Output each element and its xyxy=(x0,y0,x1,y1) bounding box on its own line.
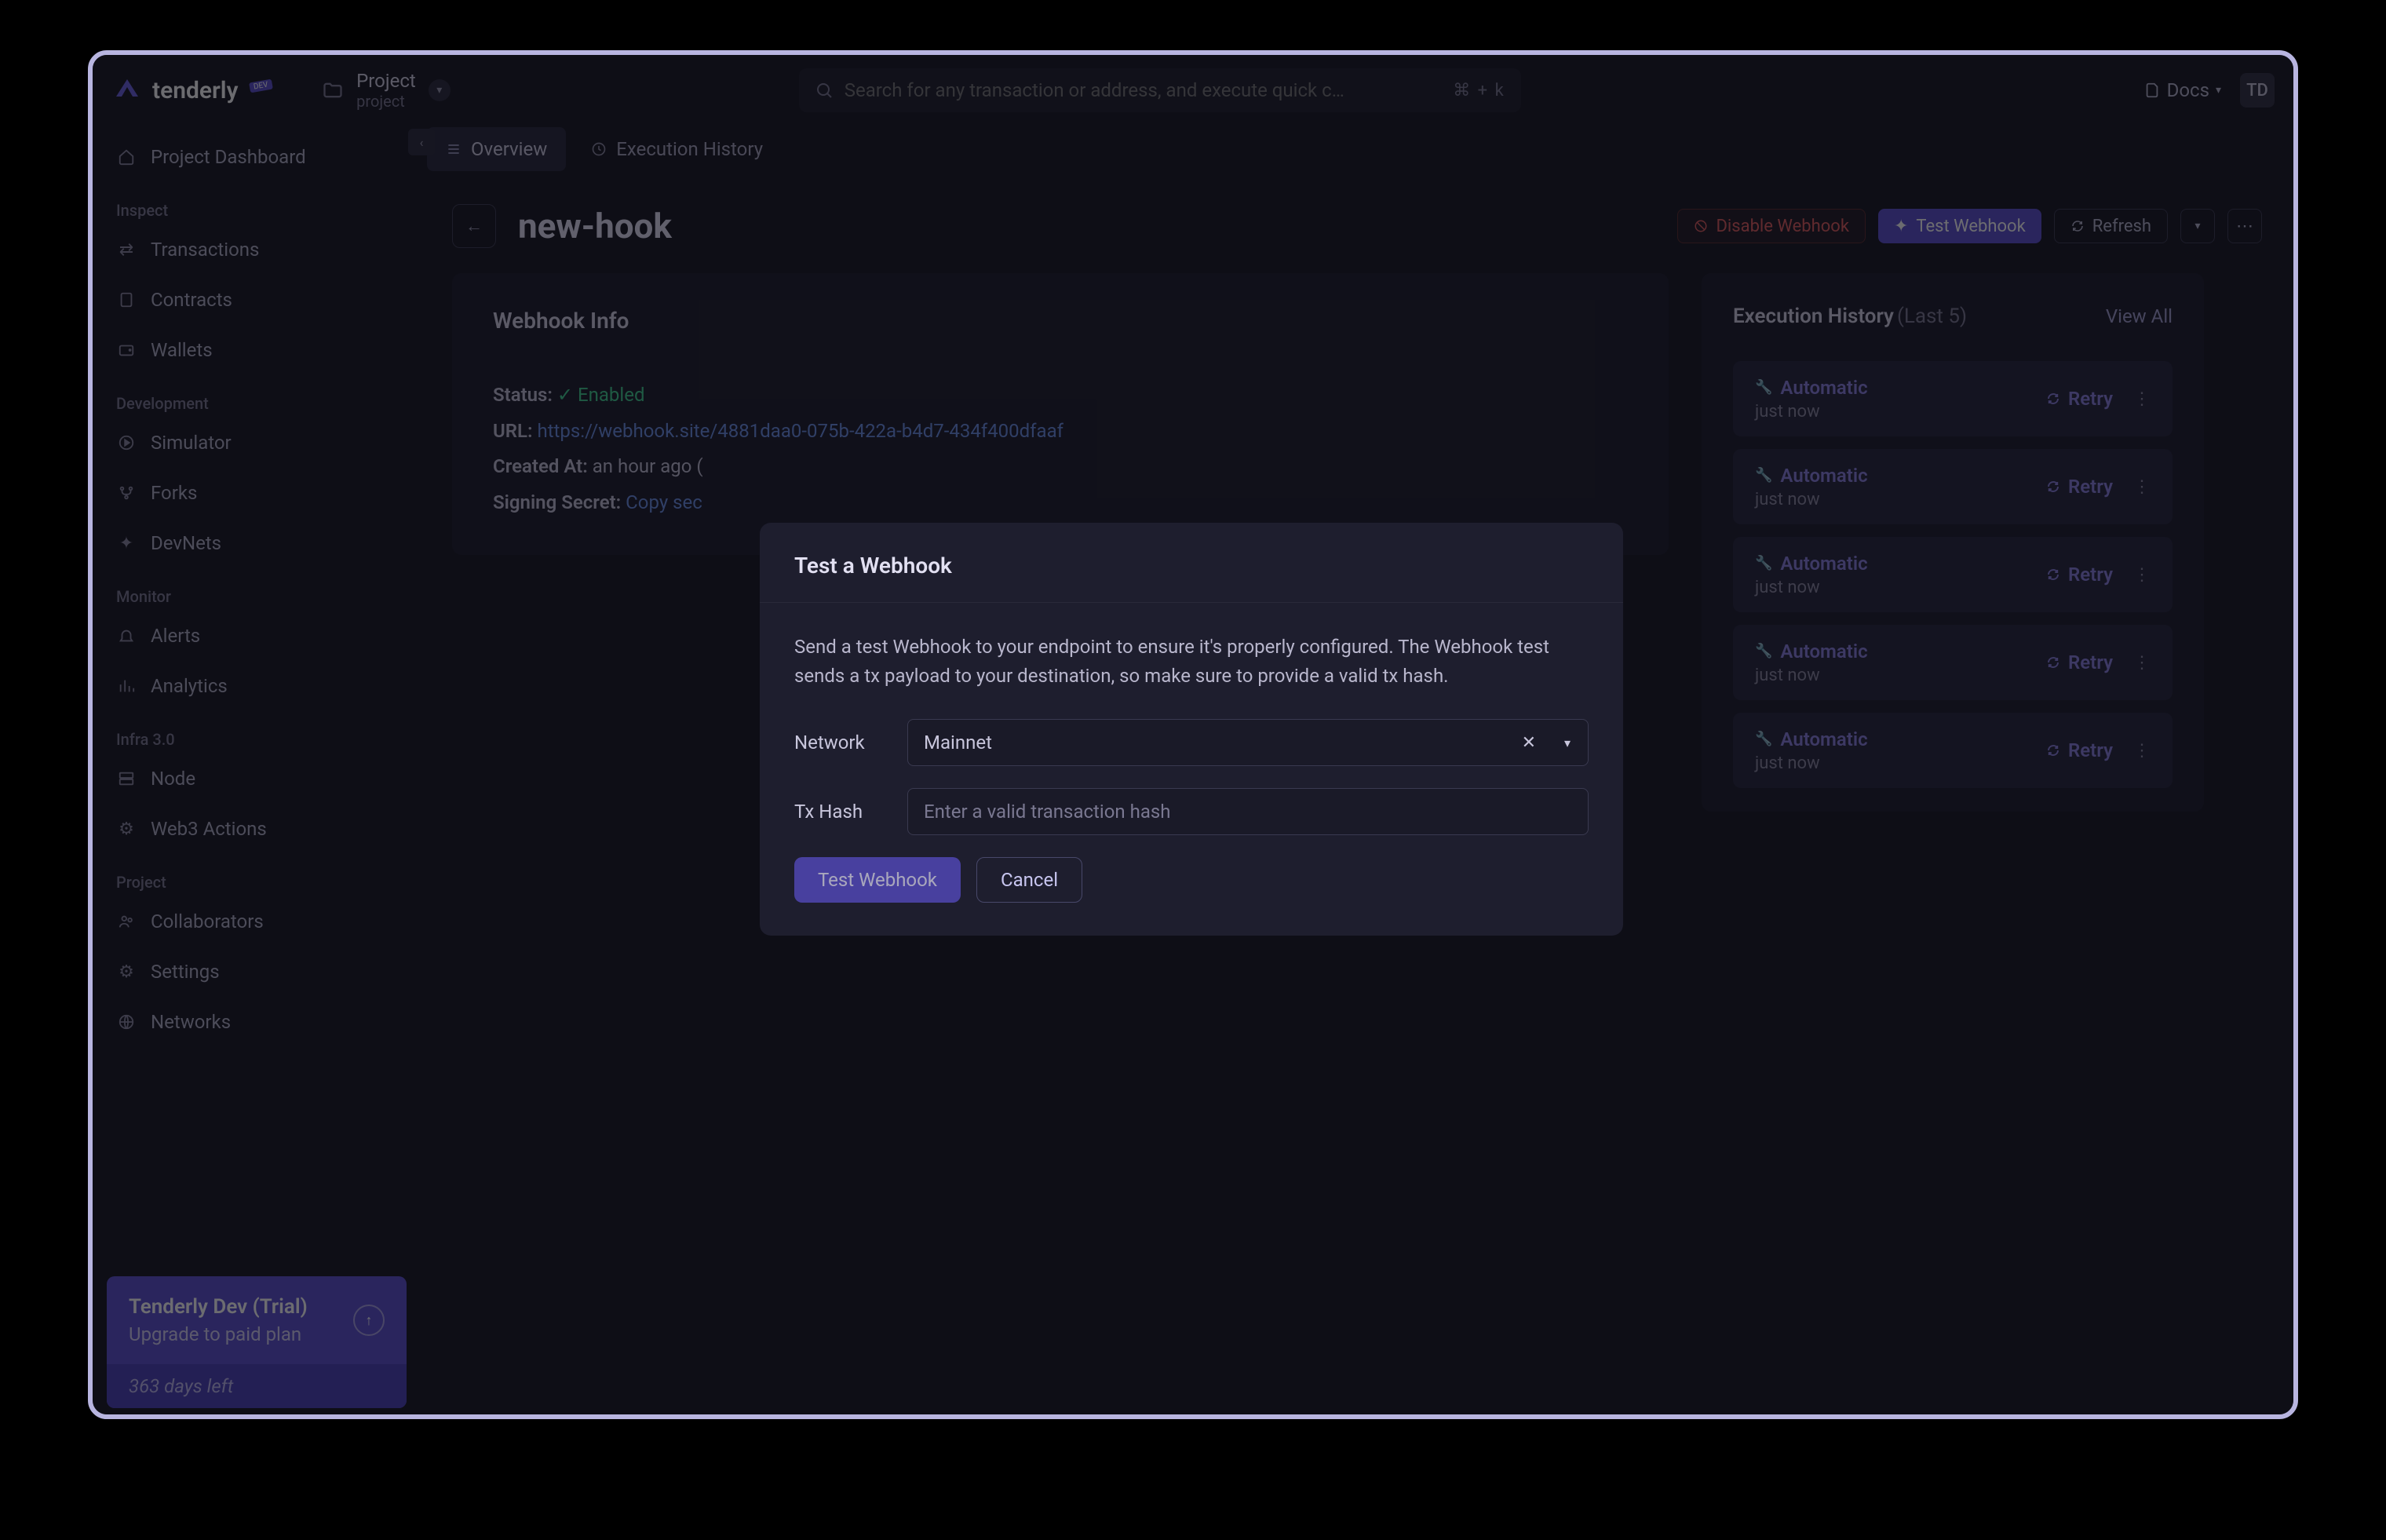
modal-test-webhook-button[interactable]: Test Webhook xyxy=(794,857,961,903)
network-label: Network xyxy=(794,732,881,754)
txhash-label: Tx Hash xyxy=(794,801,881,823)
txhash-input[interactable] xyxy=(907,788,1589,835)
network-select[interactable]: Mainnet ✕ ▾ xyxy=(907,719,1589,766)
clear-icon[interactable]: ✕ xyxy=(1522,733,1536,753)
test-webhook-modal: Test a Webhook Send a test Webhook to yo… xyxy=(760,523,1623,936)
modal-title: Test a Webhook xyxy=(760,523,1623,603)
app-frame: tenderly DEV Project project ▾ ⌘ + k Doc… xyxy=(88,50,2298,1419)
chevron-down-icon: ▾ xyxy=(1564,735,1571,750)
modal-cancel-button[interactable]: Cancel xyxy=(976,857,1082,903)
modal-description: Send a test Webhook to your endpoint to … xyxy=(794,633,1589,691)
